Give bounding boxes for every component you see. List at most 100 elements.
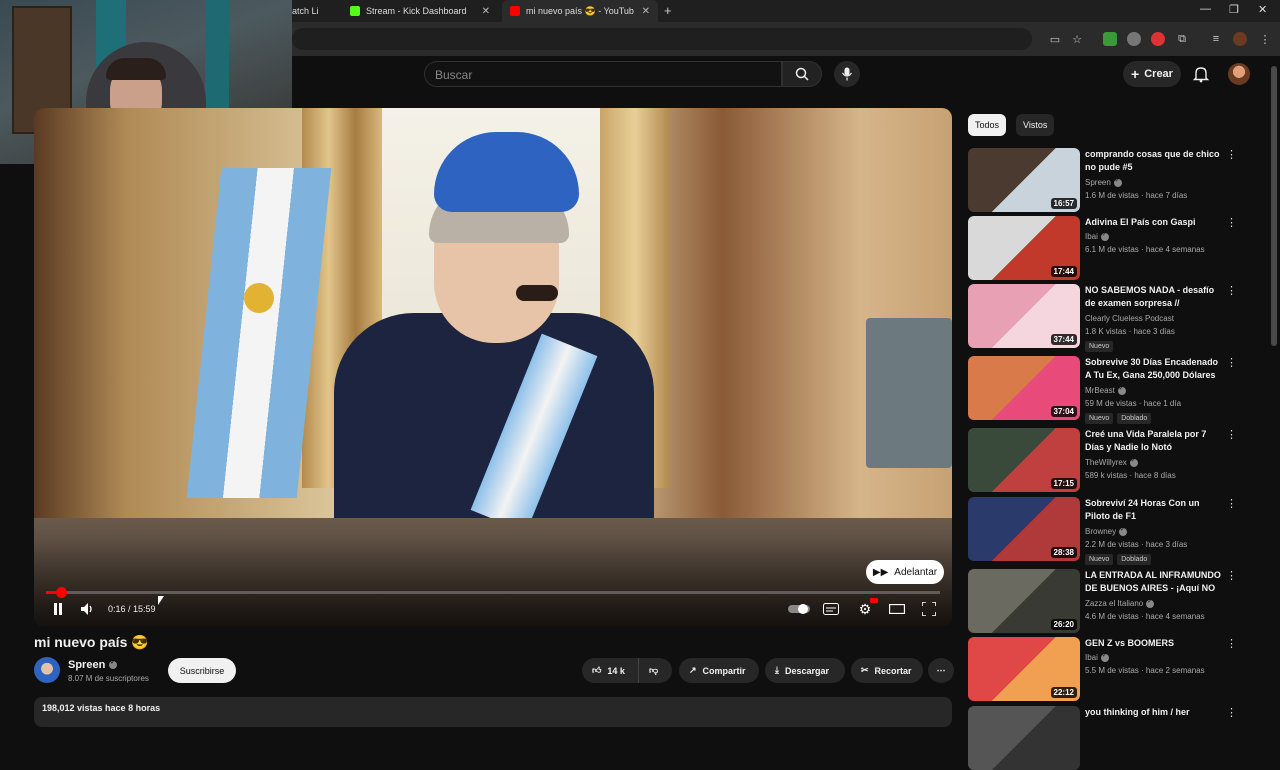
clip-button[interactable]: ✂ Recortar	[851, 658, 923, 683]
subscribe-button[interactable]: Suscribirse	[168, 658, 236, 683]
recommendation-item[interactable]: 28:38 Sobreviví 24 Horas Con un Piloto de…	[968, 497, 1248, 565]
theater-mode-button[interactable]	[888, 600, 906, 618]
recommendation-title[interactable]: Creé una Vida Paralela por 7 Días y Nadi…	[1085, 428, 1221, 454]
video-thumbnail[interactable]: 17:15	[968, 428, 1080, 492]
badge-row: Nuevo	[1085, 341, 1114, 352]
close-tab-icon[interactable]: ✕	[642, 6, 650, 17]
recommendation-title[interactable]: NO SABEMOS NADA - desafío de examen sorp…	[1085, 284, 1221, 311]
channel-avatar[interactable]	[34, 657, 60, 683]
recommendation-item[interactable]: you thinking of him / her ⋮	[968, 706, 1248, 770]
share-button[interactable]: ↗ Compartir	[679, 658, 759, 683]
media-control-icon[interactable]: ≡	[1209, 32, 1223, 46]
recommendation-title[interactable]: LA ENTRADA AL INFRAMUNDO DE BUENOS AIRES…	[1085, 569, 1221, 596]
voice-search-button[interactable]	[834, 61, 860, 87]
skip-ahead-button[interactable]: ▶▶ Adelantar	[866, 560, 944, 584]
minimize-icon[interactable]: —	[1200, 3, 1211, 15]
recommendation-channel[interactable]: Ibai	[1085, 231, 1109, 241]
chip-vistos[interactable]: Vistos	[1016, 114, 1055, 136]
pause-button[interactable]	[50, 600, 66, 618]
browser-tab-1[interactable]: Stream - Kick Dashboard ✕	[342, 0, 498, 22]
recommendation-channel[interactable]: TheWillyrex	[1085, 457, 1138, 467]
maximize-icon[interactable]: ❐	[1229, 3, 1239, 16]
recommendation-title[interactable]: you thinking of him / her	[1085, 706, 1221, 719]
channel-name-row[interactable]: Spreen	[68, 659, 118, 671]
more-vertical-icon[interactable]: ⋮	[1226, 706, 1237, 719]
new-tab-button[interactable]: +	[664, 3, 672, 18]
recommendation-title[interactable]: comprando cosas que de chico no pude #5	[1085, 148, 1221, 174]
profile-icon[interactable]	[1233, 32, 1247, 46]
recommendation-item[interactable]: 16:57 comprando cosas que de chico no pud…	[968, 148, 1248, 212]
clip-label: Recortar	[874, 665, 912, 676]
badge-row: Nuevo Doblado	[1085, 554, 1152, 565]
recommendation-channel[interactable]: MrBeast	[1085, 385, 1126, 395]
cast-icon[interactable]: ▭	[1048, 32, 1062, 46]
page-scrollbar[interactable]	[1271, 66, 1277, 346]
video-player[interactable]: ▶▶ Adelantar 0:16 / 15:59 ⚙	[34, 108, 952, 626]
account-avatar[interactable]	[1228, 63, 1250, 85]
more-vertical-icon[interactable]: ⋮	[1226, 216, 1237, 229]
fullscreen-button[interactable]	[920, 600, 938, 618]
recommendation-channel[interactable]: Zazza el Italiano	[1085, 598, 1155, 608]
recommendation-item[interactable]: 37:44 NO SABEMOS NADA - desafío de examen…	[968, 284, 1248, 352]
bookmark-star-icon[interactable]: ☆	[1070, 32, 1084, 46]
duration-badge: 17:15	[1050, 478, 1077, 489]
video-thumbnail[interactable]: 16:57	[968, 148, 1080, 212]
recommendation-channel[interactable]: Clearly Clueless Podcast	[1085, 314, 1174, 323]
close-window-icon[interactable]: ✕	[1258, 3, 1267, 16]
volume-button[interactable]	[80, 600, 96, 618]
more-vertical-icon[interactable]: ⋮	[1226, 569, 1237, 582]
tab-label: Stream - Kick Dashboard	[366, 6, 467, 16]
more-vertical-icon[interactable]: ⋮	[1226, 148, 1237, 161]
create-label: Crear	[1144, 68, 1173, 80]
browser-tab-0[interactable]: atch Li	[284, 0, 340, 22]
duration-badge: 37:04	[1050, 406, 1077, 417]
more-vertical-icon[interactable]: ⋮	[1226, 637, 1237, 650]
settings-button[interactable]: ⚙	[856, 598, 878, 618]
close-tab-icon[interactable]: ✕	[482, 6, 490, 17]
address-bar[interactable]	[292, 28, 1032, 50]
create-button[interactable]: + Crear	[1123, 61, 1181, 87]
recommendation-channel[interactable]: Ibai	[1085, 652, 1109, 662]
more-vertical-icon[interactable]: ⋮	[1226, 356, 1237, 369]
download-button[interactable]: ⤓ Descargar	[765, 658, 845, 683]
recommendation-item[interactable]: 17:15 Creé una Vida Paralela por 7 Días y…	[968, 428, 1248, 492]
more-vertical-icon[interactable]: ⋮	[1226, 497, 1237, 510]
plus-icon: +	[1131, 66, 1140, 82]
video-thumbnail[interactable]: 28:38	[968, 497, 1080, 561]
extensions-puzzle-icon[interactable]: ⧉	[1175, 32, 1189, 46]
browser-tab-2[interactable]: mi nuevo país 😎 - YouTub ✕	[502, 0, 658, 22]
browser-menu-icon[interactable]: ⋮	[1258, 32, 1272, 46]
more-vertical-icon[interactable]: ⋮	[1226, 284, 1237, 297]
search-button[interactable]	[782, 61, 822, 87]
recommendation-item[interactable]: 22:12 GEN Z vs BOOMERS Ibai 5.5 M de vistas…	[968, 637, 1248, 701]
video-thumbnail[interactable]: 26:20	[968, 569, 1080, 633]
video-thumbnail[interactable]: 37:44	[968, 284, 1080, 348]
recommendation-channel[interactable]: Browney	[1085, 526, 1128, 536]
subtitles-button[interactable]	[822, 600, 840, 618]
recommendation-title[interactable]: GEN Z vs BOOMERS	[1085, 637, 1221, 650]
video-thumbnail[interactable]: 22:12	[968, 637, 1080, 701]
recommendation-channel[interactable]: Spreen	[1085, 177, 1122, 187]
chip-todos[interactable]: Todos	[968, 114, 1007, 136]
extension-green-icon[interactable]	[1103, 32, 1117, 46]
video-thumbnail[interactable]: 37:04	[968, 356, 1080, 420]
recommendation-title[interactable]: Sobrevive 30 Días Encadenado A Tu Ex, Ga…	[1085, 356, 1221, 382]
extension-globe-icon[interactable]	[1127, 32, 1141, 46]
recommendation-item[interactable]: 17:44 Adivina El País con Gaspi Ibai 6.1 M …	[968, 216, 1248, 280]
dislike-button[interactable]: 👎︎	[638, 658, 672, 683]
progress-bar[interactable]	[46, 587, 940, 598]
recommendation-item[interactable]: 37:04 Sobrevive 30 Días Encadenado A Tu E…	[968, 356, 1248, 424]
search-input[interactable]: Buscar	[424, 61, 782, 87]
more-actions-button[interactable]: ⋯	[928, 658, 954, 683]
description-box[interactable]: 198,012 vistas hace 8 horas	[34, 697, 952, 727]
extension-red-icon[interactable]	[1151, 32, 1165, 46]
video-thumbnail[interactable]	[968, 706, 1080, 770]
more-vertical-icon[interactable]: ⋮	[1226, 428, 1237, 441]
notifications-bell-icon[interactable]	[1192, 65, 1210, 83]
video-thumbnail[interactable]: 17:44	[968, 216, 1080, 280]
recommendation-item[interactable]: 26:20 LA ENTRADA AL INFRAMUNDO DE BUENOS …	[968, 569, 1248, 633]
recommendation-title[interactable]: Adivina El País con Gaspi	[1085, 216, 1221, 229]
autoplay-toggle[interactable]	[788, 600, 810, 618]
recommendation-title[interactable]: Sobreviví 24 Horas Con un Piloto de F1	[1085, 497, 1221, 523]
like-button[interactable]: 👍︎ 14 k	[582, 658, 638, 683]
